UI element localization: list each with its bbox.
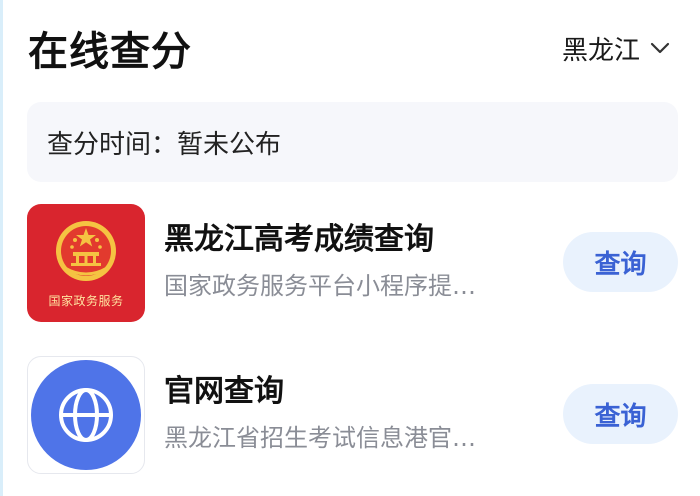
globe-icon [59,388,113,442]
card-header: 在线查分 黑龙江 [28,20,670,76]
notice-text: 查分时间：暂未公布 [47,129,282,160]
emblem-graphic [56,221,116,281]
list-item-gov-query[interactable]: 国家政务服务 黑龙江高考成绩查询 国家政务服务平台小程序提… 查询 [27,204,678,324]
item-title: 官网查询 [164,374,284,409]
item-subtitle: 黑龙江省招生考试信息港官… [164,424,476,452]
page-title: 在线查分 [28,29,192,75]
region-label: 黑龙江 [561,35,640,66]
region-selector[interactable]: 黑龙江 [562,30,670,67]
left-edge-strip [0,0,3,496]
query-button[interactable]: 查询 [563,384,678,444]
score-query-card: 在线查分 黑龙江 查分时间：暂未公布 国家政务服务 黑龙江高考成绩查询 国家政务… [0,0,700,496]
list-item-official-site[interactable]: 官网查询 黑龙江省招生考试信息港官… 查询 [27,356,678,476]
chevron-down-icon [650,42,670,54]
national-emblem-icon: 国家政务服务 [27,204,145,322]
item-subtitle: 国家政务服务平台小程序提… [164,272,476,300]
gov-icon-text: 国家政务服务 [48,294,124,308]
query-time-notice: 查分时间：暂未公布 [27,102,678,182]
item-title: 黑龙江高考成绩查询 [164,222,434,257]
globe-app-icon [27,356,145,474]
query-button[interactable]: 查询 [563,232,678,292]
